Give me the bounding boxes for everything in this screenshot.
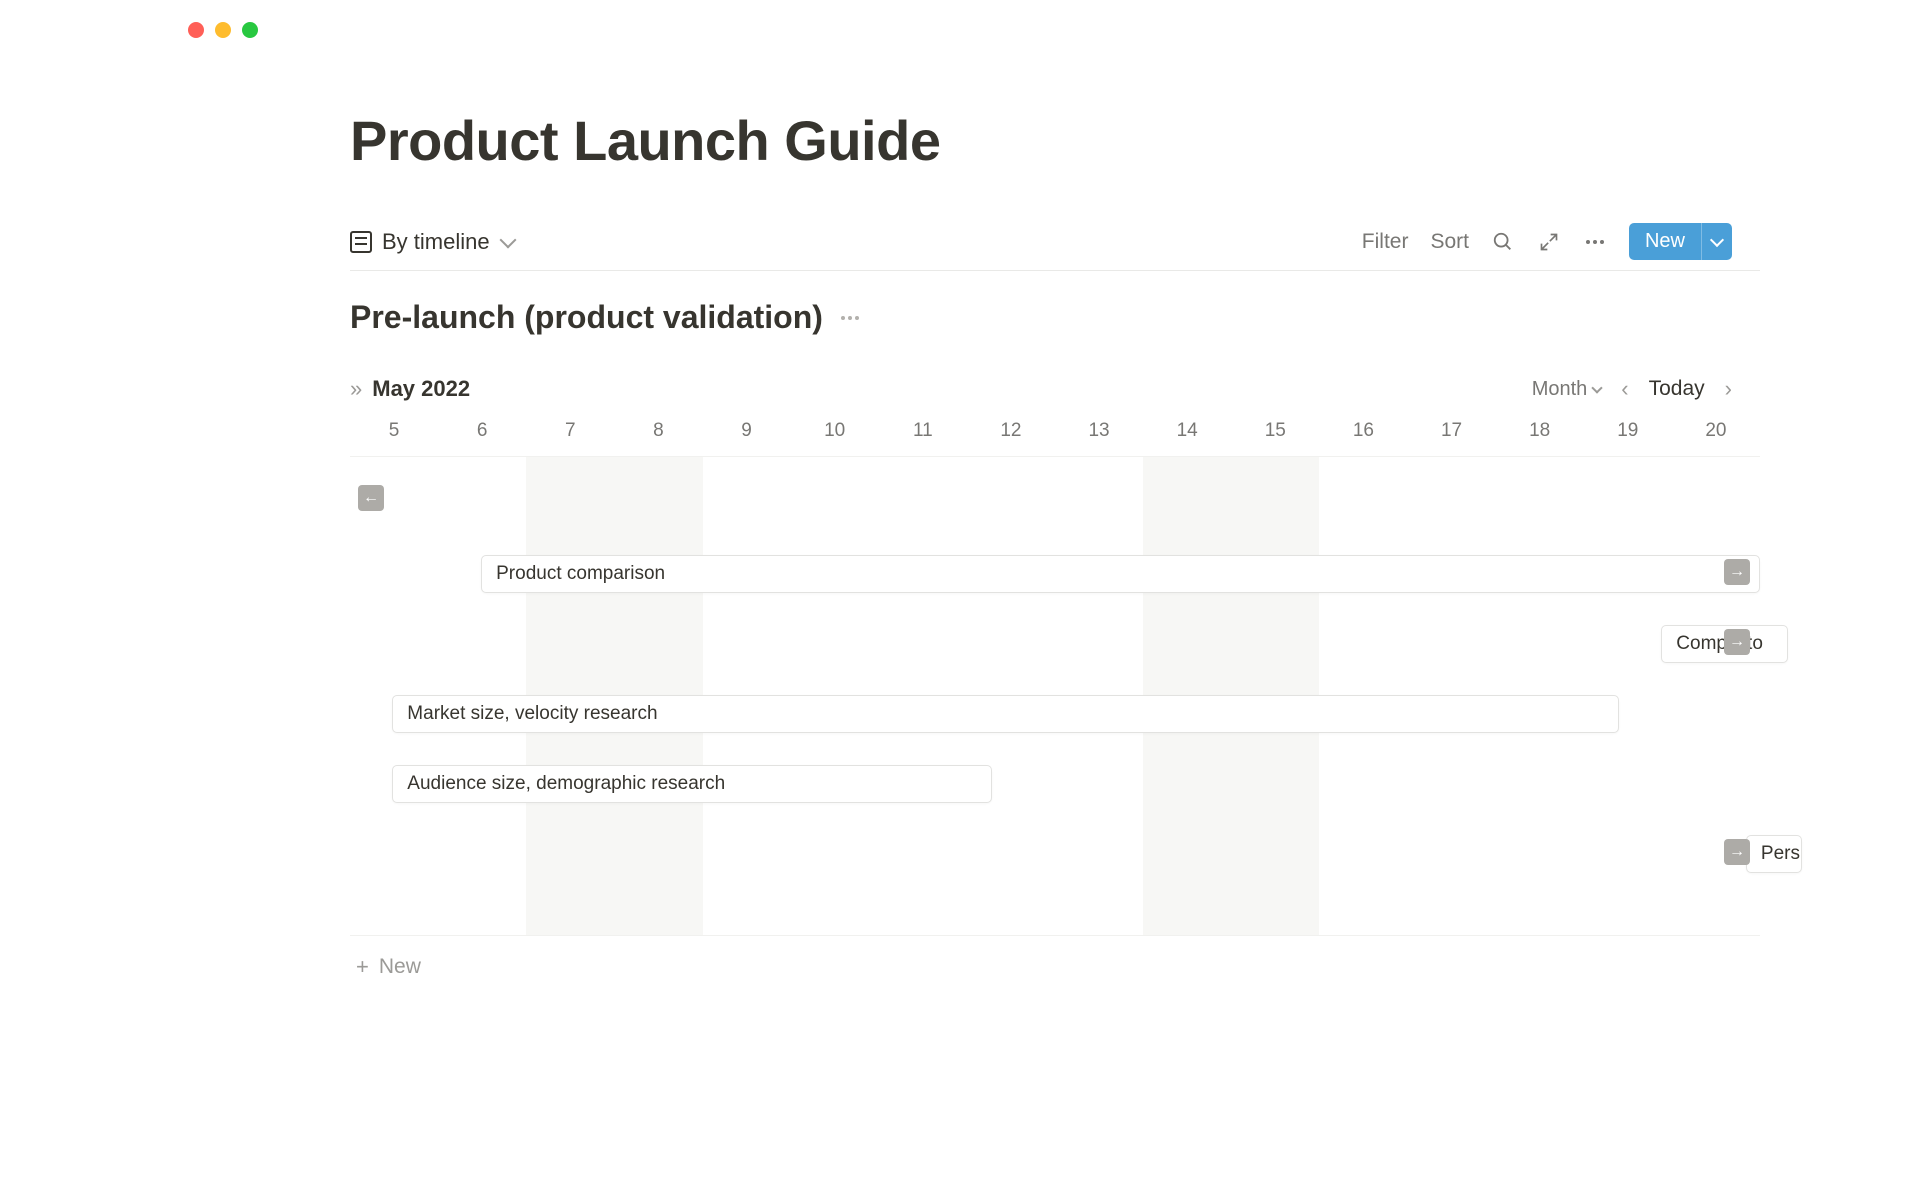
more-options-icon[interactable] xyxy=(1583,230,1607,254)
chevron-down-icon xyxy=(500,233,518,251)
timeline-task-bar[interactable]: Market size, velocity research xyxy=(392,695,1619,733)
add-new-label: New xyxy=(379,955,421,979)
scroll-right-icon[interactable]: → xyxy=(1724,629,1750,655)
day-column-header: 14 xyxy=(1143,420,1231,456)
filter-button[interactable]: Filter xyxy=(1362,230,1409,254)
minimize-window-icon[interactable] xyxy=(215,22,231,38)
new-button[interactable]: New xyxy=(1629,223,1701,260)
scroll-right-icon[interactable]: → xyxy=(1724,559,1750,585)
day-column-header: 20 xyxy=(1672,420,1760,456)
timeline-day-header: 567891011121314151617181920 xyxy=(350,420,1760,456)
new-button-dropdown[interactable] xyxy=(1701,223,1732,260)
day-column-header: 17 xyxy=(1408,420,1496,456)
sort-button[interactable]: Sort xyxy=(1430,230,1469,254)
prev-period-button[interactable]: ‹ xyxy=(1621,376,1628,402)
day-column-header: 19 xyxy=(1584,420,1672,456)
group-more-icon[interactable] xyxy=(841,316,859,320)
page-title: Product Launch Guide xyxy=(350,108,1760,173)
window-traffic-lights xyxy=(160,0,1760,38)
month-label: May 2022 xyxy=(372,376,470,402)
plus-icon: + xyxy=(356,954,369,980)
close-window-icon[interactable] xyxy=(188,22,204,38)
scale-label: Month xyxy=(1532,378,1588,401)
new-button-group: New xyxy=(1629,223,1732,260)
timeline-controls: » May 2022 Month ‹ Today › xyxy=(350,376,1760,402)
day-column-header: 12 xyxy=(967,420,1055,456)
search-icon[interactable] xyxy=(1491,230,1515,254)
group-title[interactable]: Pre-launch (product validation) xyxy=(350,299,823,336)
expand-icon[interactable] xyxy=(1537,230,1561,254)
add-new-row[interactable]: + New xyxy=(350,936,1760,998)
timeline-task-bar[interactable]: Audience size, demographic research xyxy=(392,765,991,803)
view-switcher[interactable]: By timeline xyxy=(350,229,518,255)
scroll-right-icon[interactable]: → xyxy=(1724,839,1750,865)
database-toolbar: By timeline Filter Sort New xyxy=(350,223,1760,271)
next-period-button[interactable]: › xyxy=(1725,376,1732,402)
group-header: Pre-launch (product validation) xyxy=(350,299,1760,336)
day-column-header: 18 xyxy=(1496,420,1584,456)
timeline-body[interactable]: ← Product comparison → Competito → Marke… xyxy=(350,456,1760,936)
timeline: 567891011121314151617181920 ← Product co… xyxy=(350,420,1760,998)
day-column-header: 16 xyxy=(1319,420,1407,456)
today-button[interactable]: Today xyxy=(1649,377,1705,401)
day-column-header: 13 xyxy=(1055,420,1143,456)
timeline-scale-select[interactable]: Month xyxy=(1532,378,1602,401)
timeline-task-bar[interactable]: Product comparison xyxy=(481,555,1760,593)
timeline-task-bar[interactable]: Pers xyxy=(1746,835,1802,873)
collapse-sidebar-icon[interactable]: » xyxy=(350,376,358,402)
chevron-down-icon xyxy=(1710,233,1724,247)
timeline-view-icon xyxy=(350,231,372,253)
day-column-header: 9 xyxy=(703,420,791,456)
scroll-left-icon[interactable]: ← xyxy=(358,485,384,511)
chevron-down-icon xyxy=(1592,382,1603,393)
day-column-header: 7 xyxy=(526,420,614,456)
day-column-header: 15 xyxy=(1231,420,1319,456)
day-column-header: 5 xyxy=(350,420,438,456)
day-column-header: 6 xyxy=(438,420,526,456)
maximize-window-icon[interactable] xyxy=(242,22,258,38)
view-label: By timeline xyxy=(382,229,490,255)
day-column-header: 10 xyxy=(791,420,879,456)
day-column-header: 11 xyxy=(879,420,967,456)
day-column-header: 8 xyxy=(614,420,702,456)
